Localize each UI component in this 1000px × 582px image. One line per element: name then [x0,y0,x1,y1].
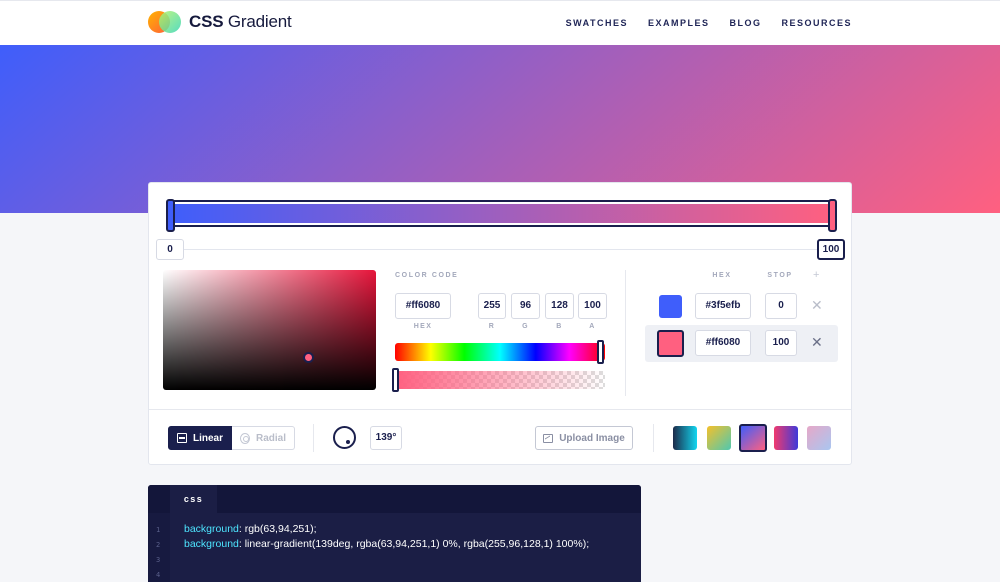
brand-logo[interactable]: CSS Gradient [148,11,292,33]
upload-image-label: Upload Image [559,432,625,444]
position-track [173,249,831,250]
brand-name-light: Gradient [227,12,292,31]
alpha-slider[interactable] [395,371,605,389]
preset-swatch[interactable] [807,426,831,450]
code-value: : rgb(63,94,251); [238,523,317,535]
linear-label: Linear [193,432,224,444]
gradient-type-toggle: Linear Radial [168,426,296,450]
radial-label: Radial [256,432,287,444]
nav-link-resources[interactable]: RESOURCES [781,18,852,28]
green-label: G [522,323,529,330]
line-number: 3 [156,556,161,564]
nav-link-examples[interactable]: EXAMPLES [648,18,710,28]
brand-name-bold: CSS [189,12,224,31]
color-stop-row[interactable]: #3f5efb 0 ✕ [645,288,838,325]
brand-name: CSS Gradient [189,12,292,32]
green-input[interactable]: 96 [511,293,540,319]
angle-input[interactable]: 139° [370,426,402,450]
hue-slider-handle[interactable] [597,340,604,364]
add-stop-icon[interactable]: + [813,269,819,281]
nav-link-swatches[interactable]: SWATCHES [566,18,628,28]
hex-input[interactable]: #ff6080 [395,293,451,319]
stop-handle-start[interactable] [166,199,175,232]
blue-input[interactable]: 128 [545,293,574,319]
start-position-input[interactable]: 0 [156,239,184,260]
remove-stop-icon[interactable]: ✕ [811,334,823,350]
stop-color-swatch[interactable] [659,295,682,318]
preset-swatch[interactable] [673,426,697,450]
stop-hex-input[interactable]: #ff6080 [695,330,751,356]
css-code-block[interactable]: css 1 2 3 4 background: rgb(63,94,251); … [148,485,641,582]
code-line: background: linear-gradient(139deg, rgba… [184,538,589,550]
stops-stop-header: STOP [767,272,793,279]
remove-stop-icon[interactable]: ✕ [811,297,823,313]
hue-slider[interactable] [395,343,605,361]
code-value: : linear-gradient(139deg, rgba(63,94,251… [238,538,590,550]
upload-image-button[interactable]: Upload Image [535,426,633,450]
divider [653,424,654,452]
gradient-bar-fill [170,204,833,223]
image-icon [543,433,554,443]
line-number: 4 [156,571,161,579]
preset-swatch[interactable] [774,426,798,450]
linear-icon [177,433,187,443]
stop-position-input[interactable]: 0 [765,293,797,319]
alpha-input[interactable]: 100 [578,293,607,319]
stop-handle-end[interactable] [828,199,837,232]
end-position-input[interactable]: 100 [817,239,845,260]
stop-position-input[interactable]: 100 [765,330,797,356]
divider [313,424,314,452]
code-property: background [184,538,239,550]
angle-dial[interactable] [333,426,356,449]
color-picker-cursor[interactable] [303,352,314,363]
color-code-label: COLOR CODE [395,272,459,279]
top-nav-bar: CSS Gradient SWATCHES EXAMPLES BLOG RESO… [0,0,1000,45]
divider [625,270,626,396]
preset-swatch-selected[interactable] [739,424,767,452]
preset-swatch[interactable] [707,426,731,450]
stop-hex-input[interactable]: #3f5efb [695,293,751,319]
saturation-value-picker[interactable] [163,270,376,390]
tab-css[interactable]: css [170,485,217,513]
linear-button[interactable]: Linear [168,426,233,450]
logo-circles-icon [148,11,182,33]
red-input[interactable]: 255 [478,293,506,319]
code-property: background [184,523,239,535]
divider [149,409,851,410]
main-nav: SWATCHES EXAMPLES BLOG RESOURCES [566,18,852,28]
code-tab-bar [148,485,641,513]
radial-icon [240,432,250,444]
hex-label: HEX [413,323,433,330]
gradient-editor-card: 0 100 COLOR CODE #ff6080 255 96 128 100 … [148,182,852,465]
radial-button[interactable]: Radial [232,426,296,450]
code-line: background: rgb(63,94,251); [184,523,317,535]
gradient-bar[interactable] [166,199,837,232]
line-number: 1 [156,526,161,534]
line-number: 2 [156,541,161,549]
alpha-slider-handle[interactable] [392,368,399,392]
blue-label: B [556,323,563,330]
red-label: R [488,323,496,330]
stops-hex-header: HEX [712,272,732,279]
nav-link-blog[interactable]: BLOG [729,18,761,28]
color-stop-row-selected[interactable]: #ff6080 100 ✕ [645,325,838,362]
stop-color-swatch[interactable] [657,330,684,357]
alpha-label: A [589,323,596,330]
